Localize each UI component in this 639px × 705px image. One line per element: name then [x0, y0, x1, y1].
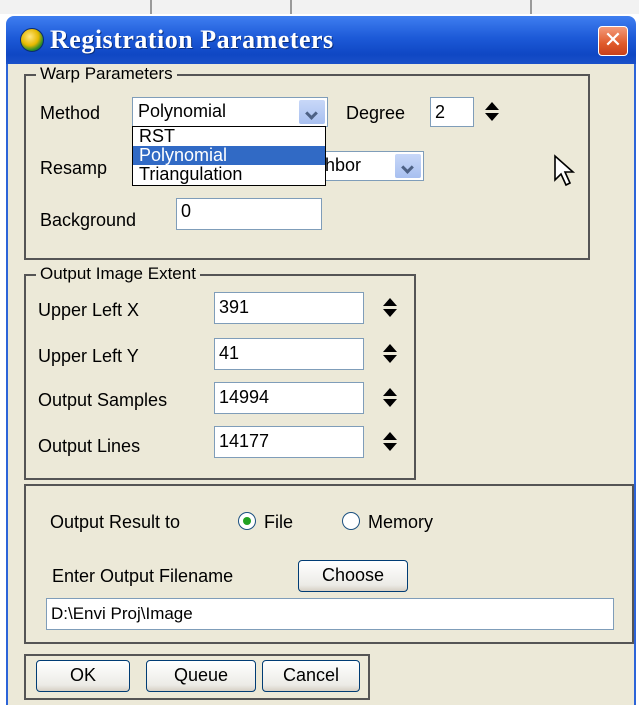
method-option-polynomial[interactable]: Polynomial [133, 146, 325, 165]
upper-left-x-input[interactable]: 391 [214, 292, 364, 324]
background-window-strip [0, 0, 639, 14]
output-lines-stepper-icon[interactable] [380, 432, 400, 452]
output-memory-label[interactable]: Memory [368, 512, 433, 533]
close-button[interactable]: ✕ [598, 26, 628, 56]
output-samples-stepper-icon[interactable] [380, 388, 400, 408]
output-file-radio[interactable] [238, 512, 256, 530]
warp-parameters-legend: Warp Parameters [36, 64, 177, 84]
close-icon: ✕ [603, 27, 623, 52]
method-option-triangulation[interactable]: Triangulation [133, 165, 325, 184]
mouse-pointer-icon [553, 154, 581, 193]
degree-input[interactable]: 2 [430, 97, 474, 127]
background-label: Background [40, 210, 137, 230]
output-result-label: Output Result to [50, 512, 181, 532]
strip-divider [290, 0, 292, 14]
method-option-rst[interactable]: RST [133, 127, 325, 146]
ok-button[interactable]: OK [36, 660, 130, 692]
output-image-extent-legend: Output Image Extent [36, 264, 200, 284]
strip-divider [530, 0, 532, 14]
queue-button[interactable]: Queue [146, 660, 256, 692]
output-lines-input[interactable]: 14177 [214, 426, 364, 458]
method-value: Polynomial [138, 101, 227, 121]
degree-stepper-icon[interactable] [482, 102, 502, 122]
chevron-down-icon[interactable] [395, 154, 421, 178]
output-samples-input[interactable]: 14994 [214, 382, 364, 414]
degree-label: Degree [346, 103, 406, 123]
cancel-button[interactable]: Cancel [262, 660, 360, 692]
output-filename-label: Enter Output Filename [52, 566, 234, 586]
background-input[interactable]: 0 [176, 198, 322, 230]
upper-left-y-stepper-icon[interactable] [380, 344, 400, 364]
upper-left-x-stepper-icon[interactable] [380, 298, 400, 318]
upper-left-x-label: Upper Left X [38, 300, 140, 320]
method-label: Method [40, 103, 101, 123]
envi-globe-icon [20, 28, 44, 52]
method-dropdown-list[interactable]: RST Polynomial Triangulation [132, 126, 326, 186]
upper-left-y-input[interactable]: 41 [214, 338, 364, 370]
choose-button[interactable]: Choose [298, 560, 408, 592]
strip-divider [150, 0, 152, 14]
resampling-value: hbor [325, 155, 362, 175]
output-samples-label: Output Samples [38, 390, 168, 410]
output-memory-radio[interactable] [342, 512, 360, 530]
output-file-label[interactable]: File [264, 512, 293, 533]
output-path-input[interactable]: D:\Envi Proj\Image [46, 598, 614, 630]
title-bar[interactable]: Registration Parameters ✕ [6, 16, 636, 64]
output-lines-label: Output Lines [38, 436, 141, 456]
window-title: Registration Parameters [50, 25, 334, 54]
chevron-down-icon[interactable] [299, 100, 325, 124]
upper-left-y-label: Upper Left Y [38, 346, 139, 366]
resampling-label: Resamp [40, 158, 108, 178]
method-select[interactable]: Polynomial [132, 97, 328, 127]
